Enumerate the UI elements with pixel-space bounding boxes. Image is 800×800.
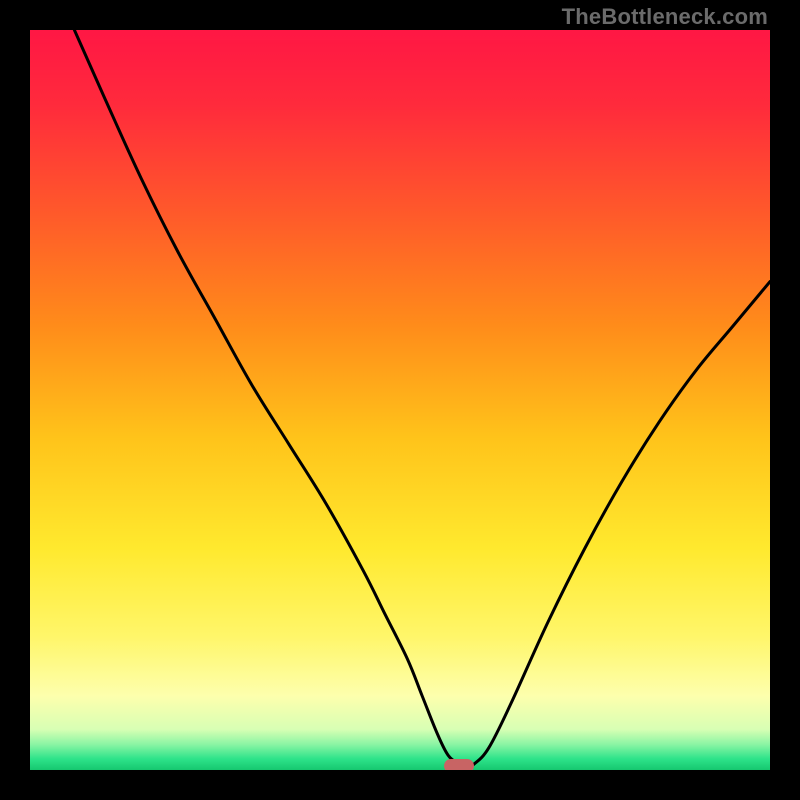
watermark-text: TheBottleneck.com bbox=[562, 4, 768, 30]
chart-frame: TheBottleneck.com bbox=[0, 0, 800, 800]
gradient-background bbox=[30, 30, 770, 770]
plot-area bbox=[30, 30, 770, 770]
minimum-marker bbox=[444, 759, 474, 770]
bottleneck-curve bbox=[74, 30, 770, 767]
chart-svg bbox=[30, 30, 770, 770]
